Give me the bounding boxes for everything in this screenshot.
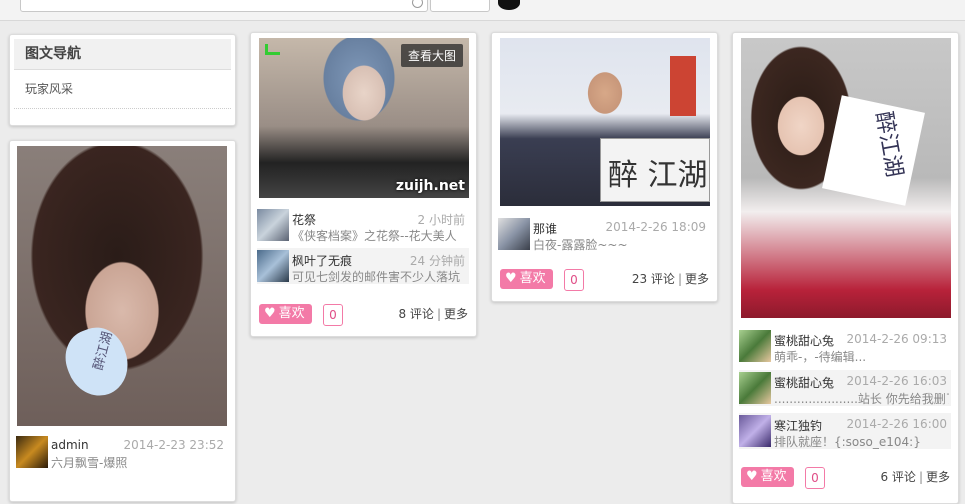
avatar[interactable] (257, 250, 289, 282)
nav-title: 图文导航 (14, 39, 231, 70)
post-card: 醉江湖 admin 2014-2-23 23:52 六月飘雪-爆照 (9, 140, 236, 502)
sign-text: 醉 江湖 (608, 158, 708, 193)
comment-user[interactable]: 枫叶了无痕 (292, 252, 352, 269)
heart-icon: ♥ (746, 469, 758, 484)
post-photo[interactable]: 查看大图 zuijh.net (259, 38, 469, 198)
post-card: 醉 江湖 那谁 2014-2-26 18:09 白夜-露露脸~~~ ♥ 喜欢 0 … (491, 32, 718, 302)
comment-time: 24 分钟前 (409, 254, 465, 268)
like-button[interactable]: ♥ 喜欢 (500, 269, 553, 289)
comment-text: 白夜-露露脸~~~ (533, 238, 628, 252)
comment-time: 2014-2-26 18:09 (605, 220, 707, 234)
more-link[interactable]: 更多 (926, 470, 950, 484)
comment-item: 枫叶了无痕 24 分钟前 可见七剑发的邮件害不少人落坑 (257, 248, 469, 284)
comment-item: 蜜桃甜心兔 2014-2-26 16:03 ..................… (739, 370, 951, 406)
avatar[interactable] (498, 218, 530, 250)
signal-icon (265, 44, 280, 55)
post-photo[interactable]: 醉 江湖 (500, 38, 710, 206)
avatar[interactable] (739, 372, 771, 404)
comment-user[interactable]: 花祭 (292, 211, 316, 228)
post-meta: 23 评论 | 更多 (631, 272, 709, 286)
post-meta: 6 评论 | 更多 (880, 470, 950, 484)
avatar[interactable] (739, 415, 771, 447)
comment-count-link[interactable]: 23 评论 (632, 272, 675, 286)
post-photo[interactable]: 醉江湖 (741, 38, 951, 318)
heart-icon: ♥ (264, 306, 276, 321)
avatar[interactable] (257, 209, 289, 241)
comment-item: 寒江独钓 2014-2-26 16:00 排队就座！{:soso_e104:} (739, 413, 951, 449)
post-photo[interactable]: 醉江湖 (17, 146, 227, 426)
search-input[interactable] (27, 0, 391, 12)
view-large-button[interactable]: 查看大图 (400, 44, 463, 67)
comment-item: 花祭 2 小时前 《侠客档案》之花祭--花大美人 (257, 207, 469, 243)
like-count: 0 (564, 269, 584, 291)
red-stripe (670, 56, 696, 116)
comment-user[interactable]: 寒江独钓 (774, 417, 822, 434)
comment-time: 2014-2-26 09:13 (846, 332, 948, 346)
avatar[interactable] (16, 436, 48, 468)
like-label: 喜欢 (760, 469, 787, 484)
comment-text: 《侠客档案》之花祭--花大美人 (292, 229, 457, 243)
nav-item-player-style[interactable]: 玩家风采 (14, 70, 231, 109)
comment-item: admin 2014-2-23 23:52 六月飘雪-爆照 (16, 434, 228, 470)
comment-text: 可见七剑发的邮件害不少人落坑 (292, 270, 461, 284)
comment-text: 六月飘雪-爆照 (51, 456, 128, 470)
comment-item: 蜜桃甜心兔 2014-2-26 09:13 萌乖-，-待编辑... (739, 328, 951, 364)
more-link[interactable]: 更多 (685, 272, 709, 286)
comment-count-link[interactable]: 6 评论 (880, 470, 915, 484)
comment-user[interactable]: 那谁 (533, 220, 557, 237)
post-card: 查看大图 zuijh.net 花祭 2 小时前 《侠客档案》之花祭--花大美人 … (250, 32, 477, 337)
user-menu-icon[interactable] (498, 0, 520, 10)
comment-time: 2014-2-26 16:03 (846, 374, 948, 388)
search-button[interactable] (430, 0, 490, 12)
comment-user[interactable]: 蜜桃甜心兔 (774, 374, 834, 391)
note-sheet (822, 95, 925, 206)
comment-text: 排队就座！{:soso_e104:} (774, 435, 921, 449)
comment-item: 那谁 2014-2-26 18:09 白夜-露露脸~~~ (498, 216, 710, 252)
like-count: 0 (323, 304, 343, 326)
avatar[interactable] (739, 330, 771, 362)
post-meta: 8 评论 | 更多 (398, 307, 468, 321)
post-card: 醉江湖 蜜桃甜心兔 2014-2-26 09:13 萌乖-，-待编辑... 蜜桃… (732, 32, 959, 504)
comment-text: 萌乖-，-待编辑... (774, 350, 867, 364)
nav-card: 图文导航 玩家风采 (9, 34, 236, 126)
comment-user[interactable]: 蜜桃甜心兔 (774, 332, 834, 349)
heart-icon: ♥ (505, 271, 517, 286)
like-label: 喜欢 (519, 271, 546, 286)
search-icon[interactable] (412, 0, 423, 8)
top-bar (0, 0, 965, 21)
comment-text: ......................站长 你先给我删了 (774, 392, 949, 406)
comment-time: 2014-2-23 23:52 (123, 438, 225, 452)
watermark: zuijh.net (395, 178, 465, 194)
more-link[interactable]: 更多 (444, 307, 468, 321)
like-button[interactable]: ♥ 喜欢 (741, 467, 794, 487)
comment-time: 2 小时前 (417, 213, 465, 227)
comment-time: 2014-2-26 16:00 (846, 417, 948, 431)
comment-count-link[interactable]: 8 评论 (398, 307, 433, 321)
like-label: 喜欢 (278, 306, 305, 321)
comment-user[interactable]: admin (51, 438, 89, 452)
like-button[interactable]: ♥ 喜欢 (259, 304, 312, 324)
search-box (20, 0, 428, 12)
